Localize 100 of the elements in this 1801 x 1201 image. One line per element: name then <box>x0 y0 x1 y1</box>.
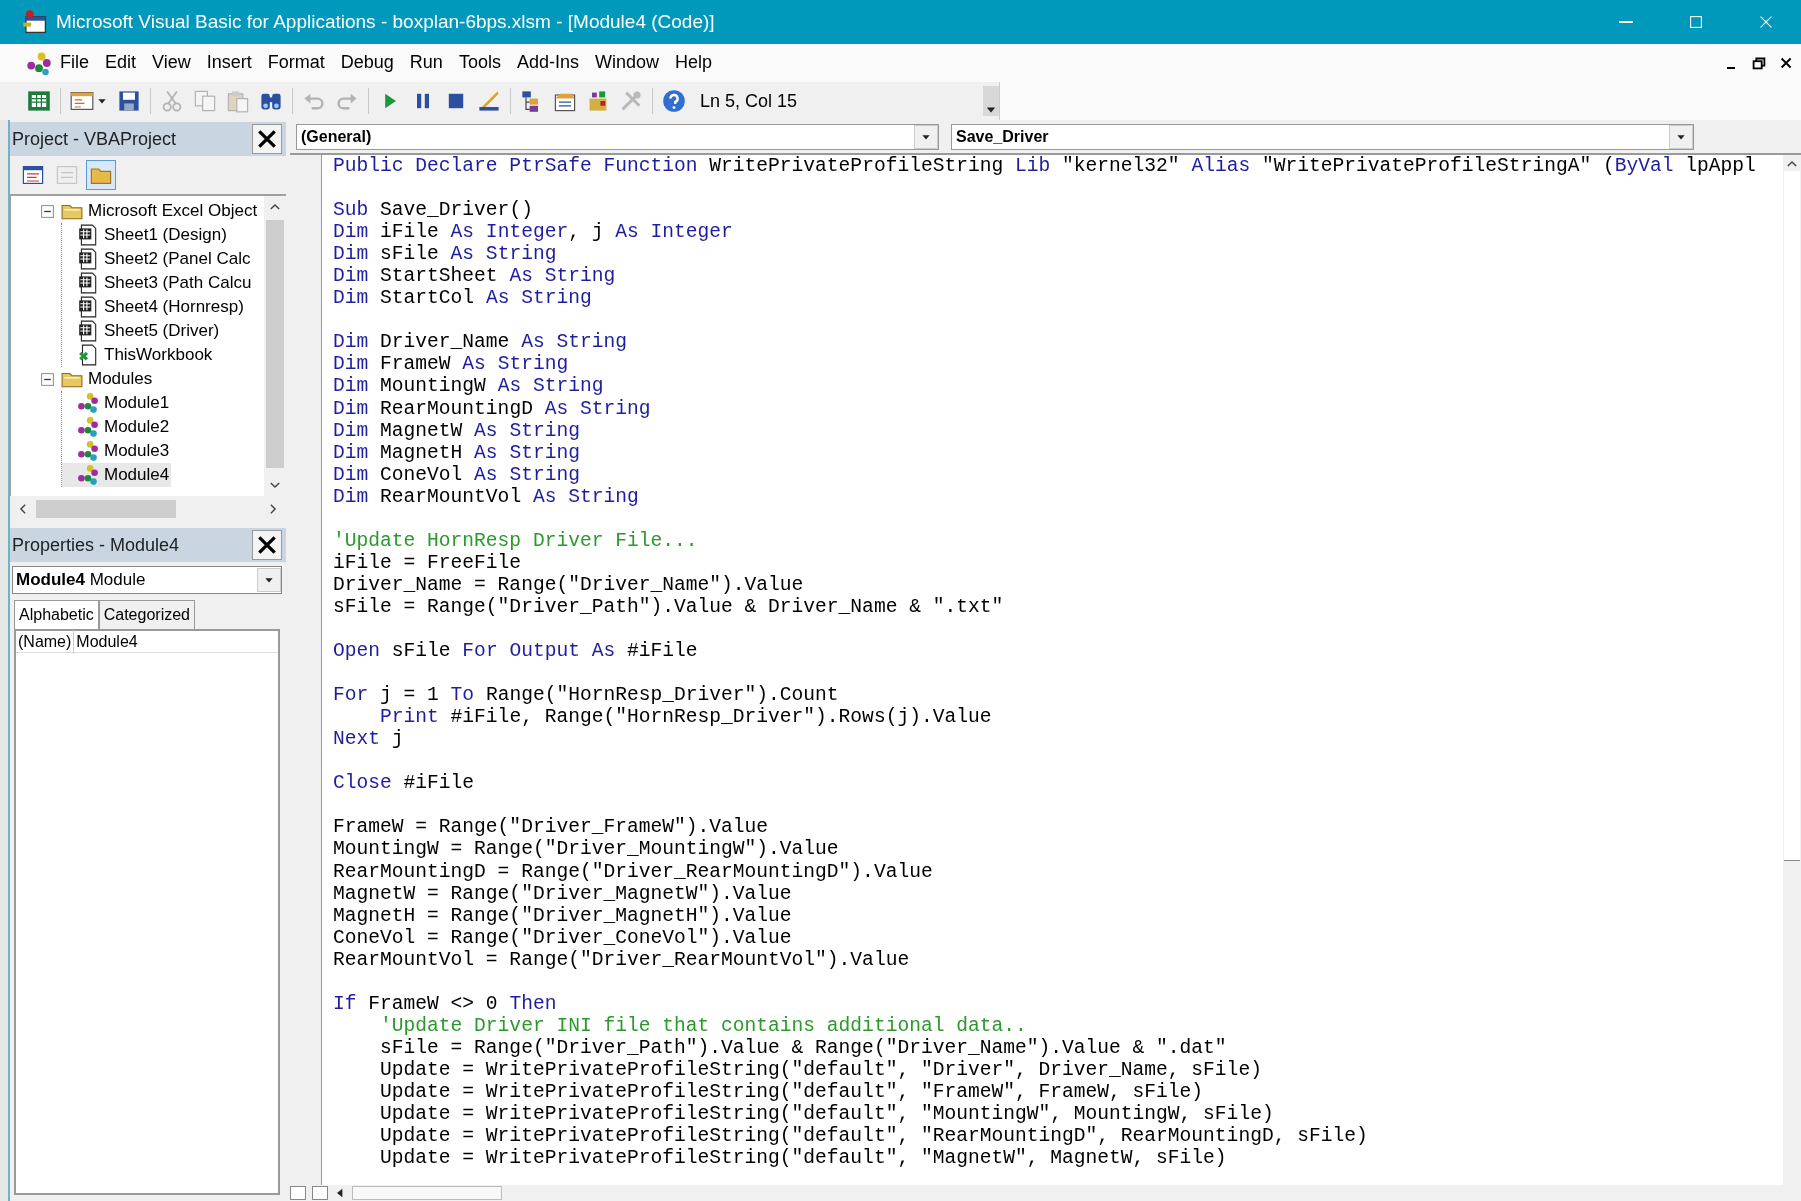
code-window-icon <box>21 163 45 187</box>
tree-item[interactable]: Modules <box>58 367 155 391</box>
code-line: Sub Save_Driver() <box>333 199 534 222</box>
code-line: Dim RearMountingD As String <box>333 397 652 420</box>
ruler-pencil-icon <box>477 89 501 113</box>
menu-item[interactable]: Help <box>667 50 720 76</box>
procedure-view-button[interactable] <box>290 1186 306 1200</box>
code-line: Dim Driver_Name As String <box>333 331 628 354</box>
menu-item[interactable]: Insert <box>198 50 260 76</box>
code-line: 'Update HornResp Driver File... <box>333 529 699 552</box>
collapse-icon[interactable] <box>41 372 54 386</box>
menu-item[interactable]: Add-Ins <box>508 50 587 76</box>
procedure-dropdown[interactable]: Save_Driver <box>951 123 1694 150</box>
tree-item[interactable]: Module1 <box>62 391 172 415</box>
menu-item[interactable]: View <box>144 50 199 76</box>
code-line: For j = 1 To Range("HornResp_Driver").Count <box>333 684 840 707</box>
copy-icon <box>193 89 217 113</box>
tree-item[interactable]: ThisWorkbook <box>62 343 215 367</box>
code-line: Dim RearMountVol As String <box>333 485 640 508</box>
module-icon <box>76 392 100 414</box>
code-line: Update = WritePrivateProfileString("default", "MountingW", MountingW, sFile) <box>379 1103 1275 1126</box>
tools-icon <box>619 89 643 113</box>
tree-item[interactable]: Sheet2 (Panel Calc <box>62 247 253 271</box>
code-line: Print #iFile, Range("HornResp_Driver").Rows(j).Value <box>379 706 993 729</box>
toolbar-overflow-button[interactable] <box>983 86 999 116</box>
maximize-icon <box>1687 13 1705 31</box>
tree-item[interactable]: Sheet3 (Path Calcu <box>62 271 254 295</box>
paste-icon <box>226 89 250 113</box>
menu-item[interactable]: Window <box>586 50 667 76</box>
scrollbar[interactable] <box>1783 155 1801 1185</box>
tree-item[interactable]: Module2 <box>62 415 172 439</box>
code-line: Public Declare PtrSafe Function WritePrivateProfileString Lib "kernel32" Alias "WritePrivateProfileStringA" (ByVal lpAppl <box>333 155 1757 178</box>
code-line: Dim StartSheet As String <box>333 265 617 288</box>
scroll-thumb[interactable] <box>266 220 284 468</box>
code-line: Update = WritePrivateProfileString("default", "Driver", Driver_Name, sFile) <box>379 1058 1263 1081</box>
code-line: MountingW = Range("Driver_MountingW").Value <box>333 838 840 861</box>
close-button[interactable] <box>252 124 282 154</box>
collapse-icon[interactable] <box>41 204 54 218</box>
menu-item[interactable]: Debug <box>332 50 402 76</box>
code-line: sFile = Range("Driver_Path").Value & Range("Driver_Name").Value & ".dat" <box>379 1036 1228 1059</box>
code-line: Dim sFile As String <box>333 243 558 266</box>
module-view-button[interactable] <box>312 1186 328 1200</box>
code-line: Dim StartCol As String <box>333 287 593 310</box>
minimize-icon <box>1727 66 1735 70</box>
code-line: MagnetW = Range("Driver_MagnetW").Value <box>333 882 793 905</box>
tree-item[interactable]: Sheet5 (Driver) <box>62 319 222 343</box>
code-line: Dim MagnetH As String <box>333 441 581 464</box>
code-line: Dim MagnetW As String <box>333 419 581 442</box>
code-line: RearMountVol = Range("Driver_RearMountVol").Value <box>333 948 911 971</box>
tree-item[interactable]: Microsoft Excel Object <box>58 199 260 223</box>
window-title: Microsoft Visual Basic for Applications - boxplan-6bps.xlsm - [Module4 (Code)] <box>56 9 715 34</box>
form-window-icon <box>55 163 79 187</box>
help-icon <box>662 89 686 113</box>
property-value[interactable]: Module4 <box>74 629 140 654</box>
form-icon <box>70 89 94 113</box>
app-icon <box>22 9 48 35</box>
save-icon <box>117 89 141 113</box>
tree-item[interactable]: Sheet4 (Hornresp) <box>62 295 246 319</box>
menu-item[interactable]: File <box>52 50 97 76</box>
menu-item[interactable]: Run <box>401 50 451 76</box>
code-line: Next j <box>333 728 405 751</box>
property-name: (Name) <box>16 629 75 654</box>
scroll-thumb[interactable] <box>1784 171 1800 861</box>
cursor-position: Ln 5, Col 15 <box>700 89 798 113</box>
module-icon[interactable] <box>26 50 52 76</box>
scroll-thumb[interactable] <box>36 500 176 518</box>
panel-title: Project - VBAProject <box>12 127 177 151</box>
code-line: Update = WritePrivateProfileString("default", "RearMountingD", RearMountingD, sFile) <box>379 1125 1369 1148</box>
tree-item[interactable]: Sheet1 (Design) <box>62 223 229 247</box>
scrollbar[interactable] <box>264 196 286 496</box>
folder-button[interactable] <box>86 160 116 190</box>
close-icon <box>256 534 278 556</box>
close-button[interactable] <box>252 530 282 560</box>
code-line: Update = WritePrivateProfileString("default", "MagnetW", MagnetW, sFile) <box>379 1147 1228 1170</box>
module-icon <box>76 464 100 486</box>
menu-item[interactable]: Format <box>259 50 333 76</box>
close-icon <box>256 128 278 150</box>
tab[interactable]: Alphabetic <box>14 600 99 629</box>
spreadsheet-icon <box>27 89 51 113</box>
object-dropdown[interactable]: (General) <box>296 123 939 150</box>
code-editor[interactable] <box>290 155 1801 1185</box>
minimize-icon <box>1619 21 1633 23</box>
code-line: iFile = FreeFile <box>333 551 523 574</box>
menu-item[interactable]: Tools <box>450 50 509 76</box>
code-line: Dim iFile As Integer, j As Integer <box>333 221 734 244</box>
cut-icon <box>160 89 184 113</box>
code-line: ConeVol = Range("Driver_ConeVol").Value <box>333 926 793 949</box>
tree-item[interactable]: Module4 <box>62 463 172 487</box>
code-line: Dim ConeVol As String <box>333 463 581 486</box>
code-line: Close #iFile <box>333 772 476 795</box>
menu-item[interactable]: Edit <box>97 50 145 76</box>
tree-item[interactable]: Module3 <box>62 439 172 463</box>
code-line: Dim MountingW As String <box>333 375 605 398</box>
code-line: sFile = Range("Driver_Path").Value & Driver_Name & ".txt" <box>333 595 1005 618</box>
module-icon <box>76 440 100 462</box>
code-line: 'Update Driver INI file that contains additional data.. <box>379 1014 1028 1037</box>
tab[interactable]: Categorized <box>98 600 195 629</box>
object-dropdown[interactable]: Module4 Module <box>12 566 282 594</box>
code-line: Open sFile For Output As #iFile <box>333 640 699 663</box>
code-line: RearMountingD = Range("Driver_RearMountingD").Value <box>333 860 934 883</box>
